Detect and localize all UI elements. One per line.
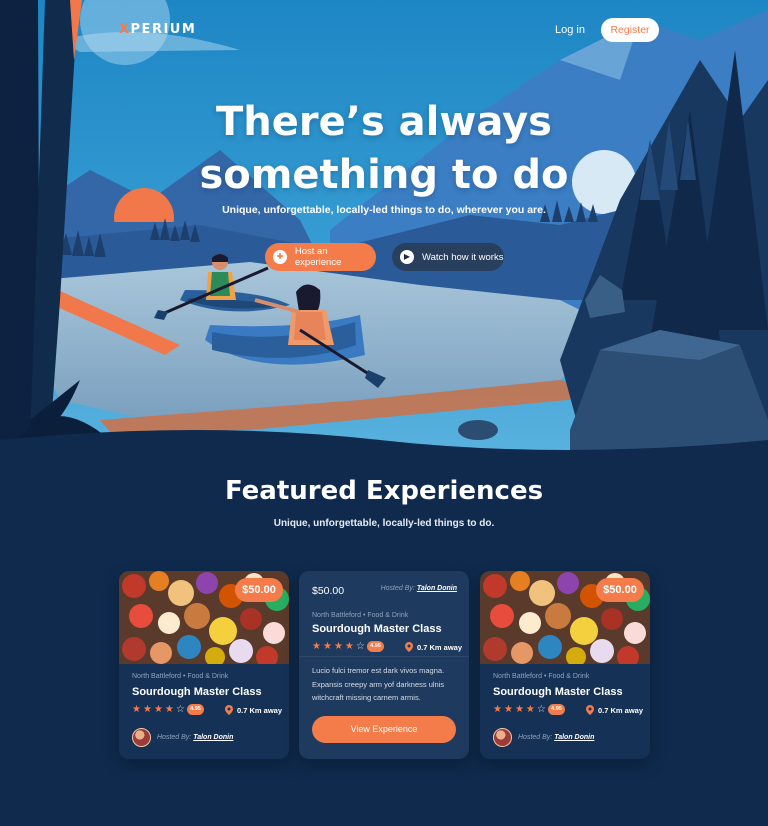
card-meta: North Battleford • Food & Drink <box>312 612 409 619</box>
hero-subtitle: Unique, unforgettable, locally-led thing… <box>222 204 546 216</box>
distance-info: 0.7 Km away <box>225 705 282 715</box>
star-icon: ★ <box>344 641 354 652</box>
hero-section: XPERIUM Log in Register There’s always s… <box>0 0 768 470</box>
host-row: Hosted By: Talon Donin <box>493 728 594 747</box>
featured-subtitle: Unique, unforgettable, locally-led thing… <box>273 518 495 529</box>
star-icon: ★ <box>333 641 343 652</box>
star-icon: ★ <box>132 704 141 715</box>
star-icon: ★ <box>142 704 152 715</box>
rating-badge: 4.95 <box>367 641 384 652</box>
rating-badge: 4.95 <box>187 704 204 715</box>
star-icon: ★ <box>312 641 321 652</box>
card-divider <box>299 656 469 657</box>
distance-text: 0.7 Km away <box>598 705 644 715</box>
hero-title-line-2: something to do <box>199 152 569 198</box>
experience-card-2[interactable]: $50.00 Hosted By: Talon Donin North Batt… <box>299 571 469 759</box>
experience-card-3[interactable]: $50.00 North Battleford • Food & Drink S… <box>480 571 650 759</box>
hosted-by-prefix: Hosted By: <box>518 734 553 741</box>
card-title[interactable]: Sourdough Master Class <box>493 686 623 698</box>
card-title[interactable]: Sourdough Master Class <box>312 623 442 635</box>
star-icon: ☆ <box>536 704 546 715</box>
star-icon: ★ <box>514 704 524 715</box>
host-name[interactable]: Talon Donin <box>193 734 233 741</box>
login-link[interactable]: Log in <box>555 24 585 36</box>
location-pin-icon <box>225 705 233 715</box>
watch-how-it-works-label: Watch how it works <box>422 251 504 263</box>
price-badge: $50.00 <box>596 578 644 602</box>
hosted-by: Hosted By: Talon Donin <box>157 734 233 741</box>
host-experience-button[interactable]: ✚ Host an experience <box>265 243 376 271</box>
star-icon: ☆ <box>355 641 365 652</box>
star-icon: ★ <box>493 704 502 715</box>
host-experience-label: Host an experience <box>294 246 342 268</box>
avatar <box>493 728 512 747</box>
hosted-by: Hosted By: Talon Donin <box>518 734 594 741</box>
card-description: Lucio fulci tremor est dark vivos magna.… <box>312 666 445 702</box>
star-icon: ★ <box>322 641 332 652</box>
logo-mark: X <box>119 22 131 37</box>
host-row: Hosted By: Talon Donin <box>132 728 233 747</box>
hosted-by: Hosted By: Talon Donin <box>381 585 457 592</box>
plus-icon: ✚ <box>273 250 287 264</box>
star-icon: ★ <box>153 704 163 715</box>
card-meta: North Battleford • Food & Drink <box>132 673 229 680</box>
card-title[interactable]: Sourdough Master Class <box>132 686 262 698</box>
logo[interactable]: XPERIUM <box>119 22 196 37</box>
experience-card-1[interactable]: $50.00 North Battleford • Food & Drink S… <box>119 571 289 759</box>
featured-title: Featured Experiences <box>224 476 544 506</box>
distance-info: 0.7 Km away <box>405 642 462 652</box>
star-rating: ★ ★ ★ ★ ☆ <box>312 642 365 652</box>
star-rating: ★ ★ ★ ★ ☆ <box>132 705 185 715</box>
hero-title: There’s always something to do <box>0 96 768 202</box>
distance-text: 0.7 Km away <box>417 642 463 652</box>
rating-badge: 4.95 <box>548 704 565 715</box>
host-name[interactable]: Talon Donin <box>417 585 457 592</box>
location-pin-icon <box>405 642 413 652</box>
location-pin-icon <box>586 705 594 715</box>
hero-illustration <box>0 0 768 470</box>
star-icon: ★ <box>503 704 513 715</box>
price-badge: $50.00 <box>235 578 283 602</box>
host-name[interactable]: Talon Donin <box>554 734 594 741</box>
star-icon: ★ <box>525 704 535 715</box>
card-meta: North Battleford • Food & Drink <box>493 673 590 680</box>
hosted-by-prefix: Hosted By: <box>380 585 415 592</box>
play-icon: ▶ <box>400 250 414 264</box>
distance-text: 0.7 Km away <box>237 705 283 715</box>
card-price: $50.00 <box>312 585 345 597</box>
hero-title-line-1: There’s always <box>216 99 552 145</box>
view-experience-button[interactable]: View Experience <box>312 716 456 743</box>
top-nav: XPERIUM Log in Register <box>0 0 768 60</box>
watch-how-it-works-button[interactable]: ▶ Watch how it works <box>392 243 504 271</box>
star-icon: ★ <box>164 704 174 715</box>
register-button[interactable]: Register <box>601 18 659 42</box>
hosted-by-prefix: Hosted By: <box>157 734 192 741</box>
distance-info: 0.7 Km away <box>586 705 643 715</box>
logo-text: PERIUM <box>130 22 197 37</box>
star-icon: ☆ <box>175 704 185 715</box>
avatar <box>132 728 151 747</box>
star-rating: ★ ★ ★ ★ ☆ <box>493 705 546 715</box>
